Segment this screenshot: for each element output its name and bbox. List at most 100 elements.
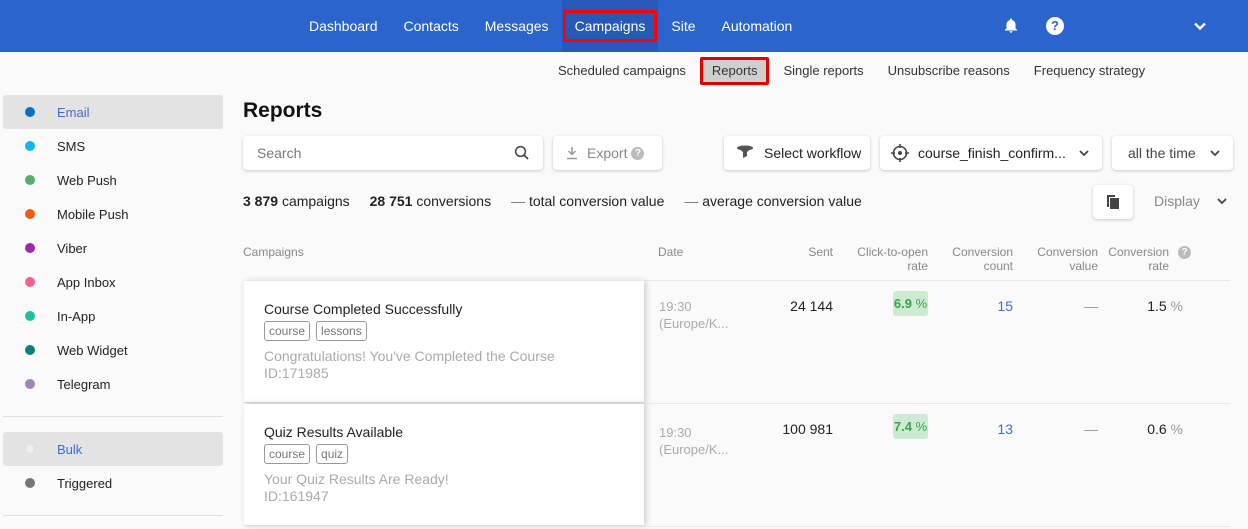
display-label: Display	[1154, 193, 1200, 209]
sidebar-item-label: Viber	[57, 240, 88, 256]
table-header-divider	[645, 280, 1230, 281]
date-timezone: (Europe/K...	[659, 442, 729, 457]
date-time: 19:30	[659, 425, 692, 440]
column-header-ctor[interactable]: Click-to-open rate	[845, 245, 928, 273]
column-header-conversion-count[interactable]: Conversion count	[940, 245, 1013, 273]
percent-sign: %	[1170, 421, 1183, 437]
header-label: Conversion	[1037, 245, 1098, 259]
ctor-badge: 6.9 %	[893, 291, 928, 316]
subnav-reports[interactable]: Reports	[699, 57, 770, 85]
conversions-stat: 28 751 conversions	[370, 193, 491, 209]
export-button[interactable]: Export ?	[553, 136, 662, 170]
nav-site[interactable]: Site	[658, 0, 708, 52]
total-value: —	[511, 193, 526, 209]
tag[interactable]: quiz	[316, 444, 349, 464]
sidebar-item-label: Telegram	[57, 376, 111, 392]
conversions-count: 28 751	[369, 193, 413, 209]
sidebar-item-web-widget[interactable]: Web Widget	[3, 333, 223, 367]
column-header-sent[interactable]: Sent	[780, 245, 833, 259]
column-header-campaigns[interactable]: Campaigns	[243, 245, 304, 259]
sidebar-divider	[3, 416, 223, 417]
sidebar-item-viber[interactable]: Viber	[3, 231, 223, 265]
campaigns-stat: 3 879 campaigns	[243, 193, 350, 209]
channel-dot-icon	[25, 379, 35, 389]
header-label: Click-to-open	[857, 245, 928, 259]
nav-dashboard[interactable]: Dashboard	[296, 0, 391, 52]
tag[interactable]: course	[264, 321, 311, 341]
bell-icon[interactable]	[999, 14, 1023, 38]
help-icon[interactable]: ?	[631, 146, 645, 160]
sidebar-item-mobile-push[interactable]: Mobile Push	[3, 197, 223, 231]
ctor-badge: 7.4 %	[893, 414, 928, 439]
sidebar-item-app-inbox[interactable]: App Inbox	[3, 265, 223, 299]
conversion-count-link[interactable]: 13	[973, 421, 1013, 437]
rate-value: 0.6	[1147, 421, 1167, 437]
header-label: Conversion	[1108, 245, 1169, 259]
period-value: all the time	[1128, 145, 1196, 161]
nav-campaigns[interactable]: Campaigns	[561, 0, 659, 52]
search-input[interactable]	[243, 145, 513, 161]
sidebar-item-bulk[interactable]: Bulk	[3, 432, 223, 466]
column-header-conversion-value[interactable]: Conversion value	[1025, 245, 1098, 273]
channel-dot-icon	[25, 141, 35, 151]
column-header-date[interactable]: Date	[658, 245, 683, 259]
display-menu[interactable]: Display	[1154, 193, 1228, 209]
campaign-title[interactable]: Course Completed Successfully	[264, 301, 462, 317]
conversions-label: conversions	[416, 193, 492, 209]
rate-value: 1.5	[1147, 298, 1167, 314]
nav-contacts[interactable]: Contacts	[391, 0, 472, 52]
sidebar-item-triggered[interactable]: Triggered	[3, 466, 223, 500]
channel-dot-icon	[25, 243, 35, 253]
segment-select[interactable]: course_finish_confirm...	[880, 136, 1102, 170]
subnav-single-reports[interactable]: Single reports	[771, 57, 875, 85]
channel-dot-icon	[25, 345, 35, 355]
export-label: Export	[587, 145, 628, 161]
sidebar-item-label: App Inbox	[57, 274, 116, 290]
copy-button[interactable]	[1093, 185, 1133, 219]
sidebar-item-sms[interactable]: SMS	[3, 129, 223, 163]
sidebar-item-label: Web Widget	[57, 342, 128, 358]
campaigns-label: campaigns	[281, 193, 350, 209]
select-workflow-button[interactable]: Select workflow	[724, 136, 870, 170]
target-icon	[891, 144, 909, 162]
nav-messages[interactable]: Messages	[472, 0, 562, 52]
campaign-subject: Your Quiz Results Are Ready!	[264, 471, 449, 487]
sidebar-item-web-push[interactable]: Web Push	[3, 163, 223, 197]
type-dot-icon	[25, 478, 35, 488]
table-row[interactable]: Quiz Results Available course quiz Your …	[244, 404, 644, 526]
sent-value: 24 144	[790, 298, 833, 314]
tag[interactable]: course	[264, 444, 311, 464]
help-icon[interactable]: ?	[1043, 14, 1067, 38]
row-divider	[645, 403, 1230, 404]
conversion-rate: 0.6 %	[1133, 421, 1183, 437]
sidebar-item-label: Web Push	[57, 172, 117, 188]
sidebar-item-label: Bulk	[57, 441, 83, 457]
table-row[interactable]: Course Completed Successfully course les…	[244, 281, 644, 403]
period-select[interactable]: all the time	[1112, 136, 1233, 170]
conversion-count-link[interactable]: 15	[973, 298, 1013, 314]
sidebar-divider	[3, 515, 223, 516]
header-label: value	[1069, 259, 1098, 273]
subnav-frequency-strategy[interactable]: Frequency strategy	[1022, 57, 1157, 85]
percent-sign: %	[915, 419, 928, 434]
campaign-title[interactable]: Quiz Results Available	[264, 424, 403, 440]
type-dot-icon	[25, 444, 35, 454]
select-workflow-label: Select workflow	[764, 145, 862, 161]
nav-automation[interactable]: Automation	[709, 0, 806, 52]
sidebar-item-telegram[interactable]: Telegram	[3, 367, 223, 401]
search-icon[interactable]	[513, 144, 531, 162]
tag[interactable]: lessons	[316, 321, 367, 341]
sidebar-item-label: SMS	[57, 138, 86, 154]
header-label: Conversion	[952, 245, 1013, 259]
percent-sign: %	[915, 296, 928, 311]
chevron-down-icon[interactable]	[1188, 14, 1212, 38]
sidebar-item-email[interactable]: Email	[3, 95, 223, 129]
help-icon[interactable]: ?	[1178, 246, 1191, 259]
subnav-unsubscribe-reasons[interactable]: Unsubscribe reasons	[876, 57, 1022, 85]
subnav-scheduled-campaigns[interactable]: Scheduled campaigns	[546, 57, 698, 85]
column-header-conversion-rate[interactable]: Conversion rate	[1100, 245, 1169, 273]
channel-dot-icon	[25, 175, 35, 185]
summary-stats: 3 879 campaigns 28 751 conversions — tot…	[243, 193, 862, 209]
sidebar-item-in-app[interactable]: In-App	[3, 299, 223, 333]
campaign-id: ID:161947	[264, 488, 329, 504]
